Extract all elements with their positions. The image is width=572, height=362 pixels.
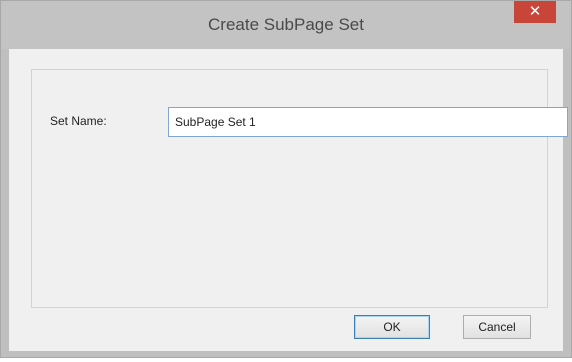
dialog-title: Create SubPage Set xyxy=(208,15,364,34)
cancel-button[interactable]: Cancel xyxy=(463,315,531,339)
close-button[interactable]: ✕ xyxy=(514,1,556,23)
set-name-input[interactable] xyxy=(168,107,568,137)
ok-button[interactable]: OK xyxy=(354,315,430,339)
form-panel: Set Name: xyxy=(31,69,568,308)
dialog-body: Set Name: OK Cancel xyxy=(9,49,568,351)
close-icon: ✕ xyxy=(528,3,542,20)
set-name-label: Set Name: xyxy=(50,114,107,128)
title-bar[interactable]: Create SubPage Set ✕ xyxy=(1,1,571,49)
create-subpage-set-dialog: Create SubPage Set ✕ Set Name: OK Cancel xyxy=(0,0,572,358)
